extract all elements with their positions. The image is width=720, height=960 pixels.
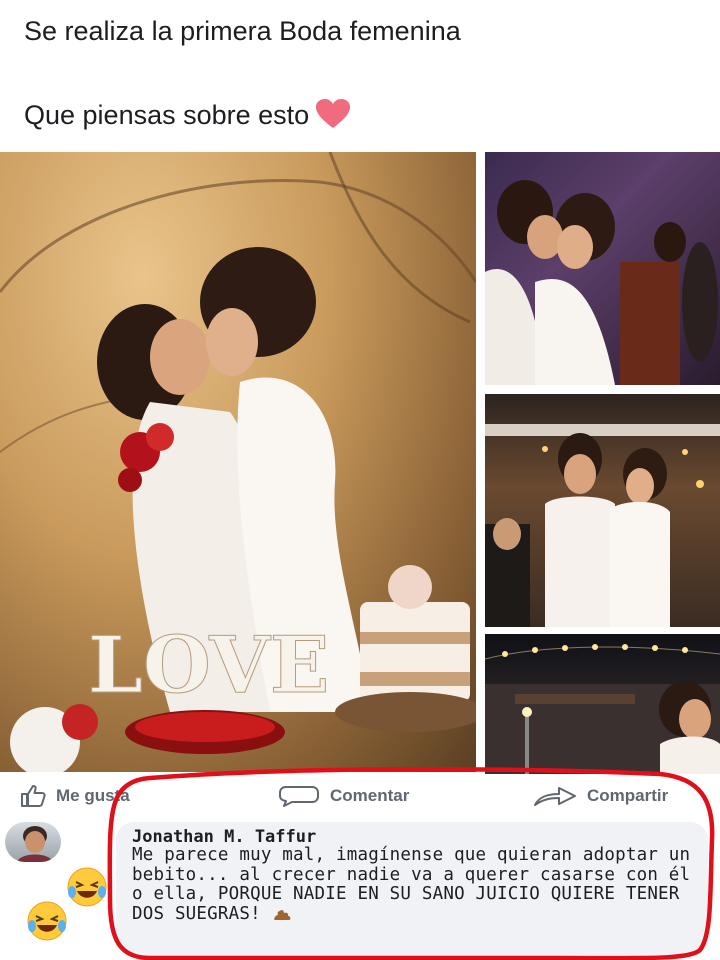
post-question-text: Que piensas sobre esto <box>24 100 310 130</box>
share-button[interactable]: Compartir <box>533 776 668 816</box>
like-label: Me gusta <box>56 786 130 805</box>
photo-toast[interactable] <box>485 394 720 627</box>
photo-night-venue[interactable] <box>485 634 720 774</box>
comment-body: Me parece muy mal, imagínense que quiera… <box>132 845 691 924</box>
like-button[interactable]: Me gusta <box>20 776 130 816</box>
post-question: Que piensas sobre esto <box>24 98 351 131</box>
poop-icon <box>273 909 290 920</box>
comment-label: Comentar <box>330 786 410 805</box>
comment-author[interactable]: Jonathan M. Taffur <box>132 827 316 847</box>
photo-main-couple[interactable]: LOVE <box>0 152 476 772</box>
share-label: Compartir <box>587 786 669 805</box>
laughing-tears-emoji-icon <box>26 900 68 942</box>
thumbs-up-icon <box>21 785 46 807</box>
photo-kiss[interactable] <box>485 152 720 385</box>
laughing-tears-emoji-icon <box>66 866 108 908</box>
comment-button[interactable]: Comentar <box>278 776 409 816</box>
heart-icon <box>315 98 351 130</box>
post-title: Se realiza la primera Boda femenina <box>24 16 461 46</box>
avatar[interactable] <box>5 822 61 862</box>
comment-text: Me parece muy mal, imagínense que quiera… <box>132 845 702 924</box>
share-arrow-icon <box>534 787 576 806</box>
love-sign: LOVE <box>88 620 329 711</box>
speech-bubble-icon <box>279 786 319 807</box>
post-action-bar: Me gusta Comentar Compartir <box>0 776 720 816</box>
